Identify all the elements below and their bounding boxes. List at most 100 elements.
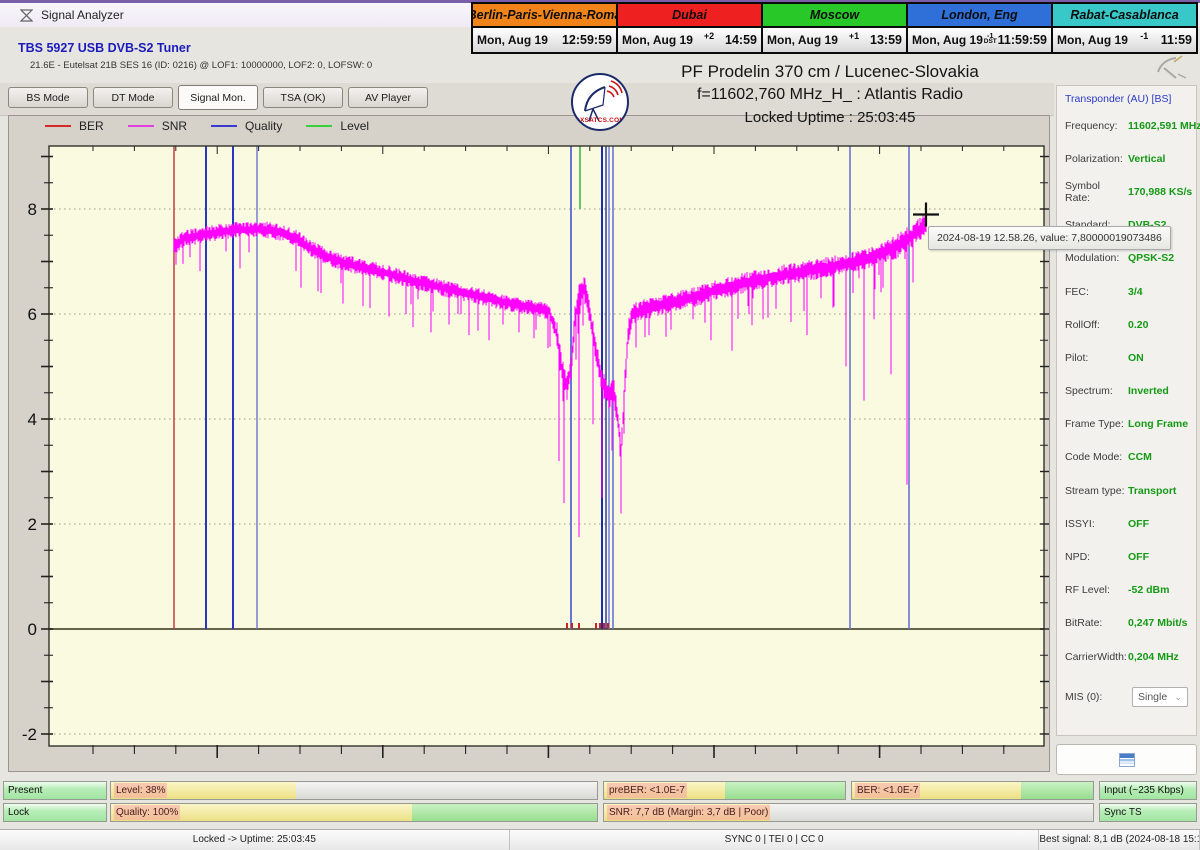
value-tooltip: 2024-08-19 12.58.26, value: 7,8000001907… (928, 226, 1171, 250)
transponder-row: RF Level:-52 dBm (1057, 574, 1196, 607)
clock-column: London, EngMon, Aug 19-1DST11:59:59 (906, 4, 1051, 52)
transponder-field-value: Vertical (1128, 153, 1165, 165)
status-indicator: Present (3, 781, 107, 800)
transponder-field-label: FEC: (1065, 286, 1128, 298)
clock-city-label: Berlin-Paris-Vienna-Roma (473, 4, 616, 26)
clock-time-row: Mon, Aug 19-1DST11:59:59 (908, 26, 1051, 52)
legend-item-snr: SNR (128, 119, 187, 133)
transponder-field-label: Code Mode: (1065, 451, 1128, 463)
transponder-row: BitRate:0,247 Mbit/s (1057, 607, 1196, 640)
clock-date: Mon, Aug 19 (622, 33, 693, 47)
clock-time-row: Mon, Aug 19 +2 14:59 (618, 26, 761, 52)
transponder-field-value: 3/4 (1128, 286, 1143, 298)
transponder-field-label: CarrierWidth: (1065, 651, 1128, 663)
transponder-row: Polarization:Vertical (1057, 142, 1196, 175)
clock-city-label: Rabat-Casablanca (1053, 4, 1196, 26)
status-bar-label: Quality: 100% (114, 805, 180, 820)
clock-city-label: Moscow (763, 4, 906, 26)
clock-column: Berlin-Paris-Vienna-Roma Mon, Aug 19 12:59… (473, 4, 616, 52)
status-bar-label: preBER: <1.0E-7 (607, 783, 687, 798)
transponder-field-label: Polarization: (1065, 153, 1128, 165)
transponder-field-label: RollOff: (1065, 319, 1128, 331)
clock-time-value: 13:59 (870, 33, 902, 47)
status-progress-bar: preBER: <1.0E-7 (603, 781, 846, 800)
frequency-title: f=11602,760 MHz_H_ : Atlantis Radio (640, 86, 1020, 104)
chevron-down-icon: ⌄ (1174, 692, 1182, 703)
clock-date: Mon, Aug 19 (477, 33, 548, 47)
offset-dst-label: DST (984, 39, 997, 45)
signal-chart[interactable]: 86420-2 (9, 116, 1049, 771)
transponder-field-label: Stream type: (1065, 485, 1128, 497)
legend-label: BER (79, 119, 104, 133)
locked-uptime-title: Locked Uptime : 25:03:45 (640, 109, 1020, 126)
clock-column: Dubai Mon, Aug 19 +2 14:59 (616, 4, 761, 52)
clock-time-row: Mon, Aug 19-111:59 (1053, 26, 1196, 52)
clock-time-value: 12:59:59 (562, 33, 612, 47)
site-title: PF Prodelin 370 cm / Lucenec-Slovakia (640, 62, 1020, 82)
transponder-field-label: BitRate: (1065, 617, 1128, 629)
transponder-field-value: 0.20 (1128, 319, 1148, 331)
transponder-field-label: Spectrum: (1065, 385, 1128, 397)
clock-city-label: Dubai (618, 4, 761, 26)
y-axis-label: 0 (28, 620, 37, 639)
mis-select[interactable]: Single ⌄ (1132, 687, 1188, 707)
tuner-details: 21.6E - Eutelsat 21B SES 16 (ID: 0216) @… (30, 60, 372, 71)
tab-tsa-ok-[interactable]: TSA (OK) (263, 87, 343, 108)
dxsatcs-logo: DXSATCS.COM (571, 73, 629, 131)
status-indicator: Sync TS (1099, 803, 1197, 822)
clock-utc-offset: +1 (849, 31, 859, 41)
clock-date: Mon, Aug 19 (767, 33, 838, 47)
tab-bs-mode[interactable]: BS Mode (8, 87, 88, 108)
mis-row: MIS (0): Single ⌄ (1057, 685, 1196, 709)
legend-label: SNR (162, 119, 187, 133)
progress-fill-green (1021, 782, 1093, 799)
footer-cell: Best signal: 8,1 dB (2024-08-18 15:13) (1039, 830, 1200, 850)
tab-av-player[interactable]: AV Player (348, 87, 428, 108)
legend-swatch (45, 125, 71, 127)
y-axis-label: -2 (22, 725, 37, 744)
chart-legend: BERSNRQualityLevel (45, 119, 369, 133)
progress-fill-green (412, 804, 597, 821)
world-clock-table: Berlin-Paris-Vienna-Roma Mon, Aug 19 12:59… (471, 2, 1198, 54)
progress-fill-green (725, 782, 846, 799)
y-axis-label: 4 (28, 410, 37, 429)
clock-column: Moscow Mon, Aug 19 +1 13:59 (761, 4, 906, 52)
status-indicator: Input (~235 Kbps) (1099, 781, 1197, 800)
transponder-field-label: NPD: (1065, 551, 1128, 563)
transponder-row: FEC:3/4 (1057, 275, 1196, 308)
transponder-field-value: 170,988 KS/s (1128, 186, 1192, 198)
clock-city-label: London, Eng (908, 4, 1051, 26)
clock-time-value: 14:59 (725, 33, 757, 47)
clock-utc-offset: -1DST (984, 33, 997, 45)
tab-dt-mode[interactable]: DT Mode (93, 87, 173, 108)
transponder-field-value: OFF (1128, 518, 1149, 530)
antenna-watermark-icon (1152, 52, 1192, 85)
transponder-field-label: Frequency: (1065, 120, 1128, 132)
clock-time-row: Mon, Aug 19 +1 13:59 (763, 26, 906, 52)
transponder-row: Spectrum:Inverted (1057, 375, 1196, 408)
tuner-name: TBS 5927 USB DVB-S2 Tuner (18, 41, 191, 55)
clock-date: Mon, Aug 19 (1057, 33, 1128, 47)
legend-label: Level (340, 119, 369, 133)
clock-column: Rabat-CasablancaMon, Aug 19-111:59 (1051, 4, 1196, 52)
status-bar-label: SNR: 7,7 dB (Margin: 3,7 dB | Poor) (607, 805, 770, 820)
legend-item-ber: BER (45, 119, 104, 133)
tab-signal-mon-[interactable]: Signal Mon. (178, 85, 258, 110)
transponder-field-label: Symbol Rate: (1065, 180, 1128, 204)
status-progress-bar: Quality: 100% (110, 803, 598, 822)
transponder-row: RollOff:0.20 (1057, 308, 1196, 341)
transponder-field-value: Inverted (1128, 385, 1169, 397)
y-axis-label: 8 (28, 200, 37, 219)
transponder-field-value: OFF (1128, 551, 1149, 563)
legend-swatch (306, 125, 332, 127)
report-button[interactable] (1056, 744, 1197, 775)
transponder-panel: Transponder (AU) [BS] Frequency:11602,59… (1056, 85, 1197, 736)
transponder-field-label: RF Level: (1065, 584, 1128, 596)
clock-utc-offset: +2 (704, 31, 714, 41)
transponder-row: ISSYI:OFF (1057, 507, 1196, 540)
status-indicator: Lock (3, 803, 107, 822)
transponder-field-label: Modulation: (1065, 252, 1128, 264)
transponder-row: Frequency:11602,591 MHz (1057, 109, 1196, 142)
transponder-rows: Frequency:11602,591 MHzPolarization:Vert… (1057, 109, 1196, 673)
mis-selected-value: Single (1138, 691, 1167, 703)
